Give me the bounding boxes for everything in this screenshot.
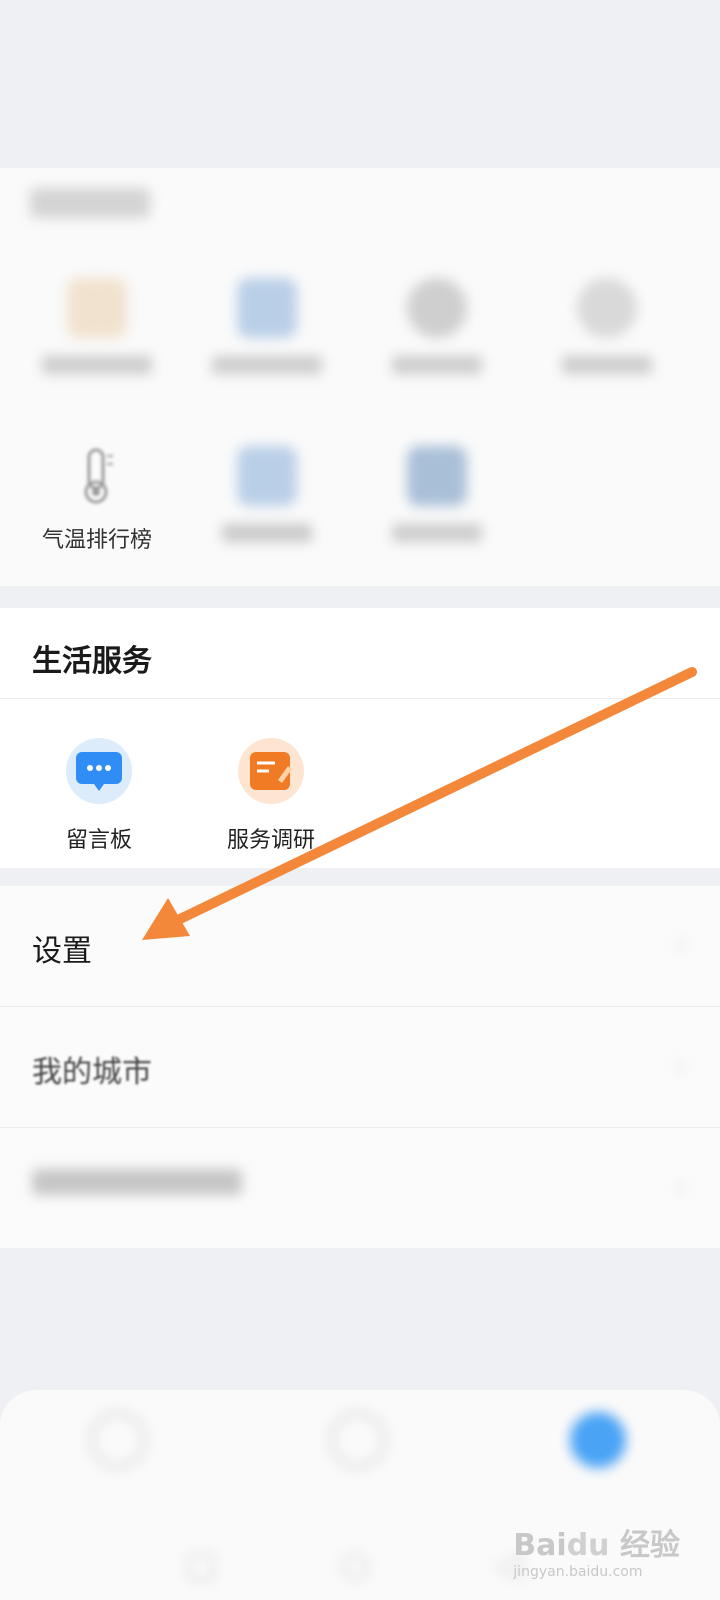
survey-icon [238, 738, 304, 804]
message-board-icon [66, 738, 132, 804]
nav-tab[interactable] [58, 1412, 178, 1499]
nav-tab[interactable] [298, 1412, 418, 1499]
thermometer-icon [84, 448, 113, 504]
tool-item[interactable] [182, 446, 352, 586]
tool-label: 气温排行榜 [41, 528, 152, 553]
tool-item[interactable] [182, 278, 352, 418]
settings-list: 设置 › 我的城市 › › [0, 886, 720, 1248]
settings-row[interactable]: 设置 › [0, 886, 720, 1007]
tool-item[interactable] [12, 278, 182, 418]
back-icon[interactable]: □ [185, 1545, 217, 1585]
chevron-right-icon: › [674, 928, 686, 961]
list-item-label [32, 1168, 242, 1203]
watermark-logo: Baidu 经验 jingyan.baidu.com [513, 1528, 680, 1580]
chevron-right-icon: › [674, 1170, 686, 1203]
tools-card: 气温排行榜 [0, 168, 720, 586]
status-bar [0, 0, 720, 60]
message-board-label: 留言板 [65, 828, 132, 853]
tool-temperature-ranking[interactable]: 气温排行榜 [12, 446, 182, 586]
tool-item[interactable] [522, 278, 692, 418]
divider [0, 698, 720, 699]
chevron-right-icon: › [674, 1049, 686, 1082]
status-time [60, 8, 68, 38]
nav-tab-active[interactable] [538, 1412, 658, 1499]
life-services-title: 生活服务 [32, 644, 152, 679]
list-item[interactable]: › [0, 1128, 720, 1248]
home-icon[interactable]: ○ [340, 1545, 370, 1585]
status-icons [642, 8, 650, 38]
service-survey-label: 服务调研 [226, 828, 315, 853]
my-city-label: 我的城市 [32, 1055, 152, 1090]
my-city-row[interactable]: 我的城市 › [0, 1007, 720, 1128]
life-services-card: 生活服务 留言板 服务调研 [0, 608, 720, 868]
service-survey-button[interactable]: 服务调研 [186, 738, 356, 854]
tool-item[interactable] [352, 278, 522, 418]
tools-section-title [30, 188, 150, 218]
message-board-button[interactable]: 留言板 [14, 738, 184, 854]
settings-label: 设置 [32, 934, 92, 969]
tool-item[interactable] [352, 446, 522, 586]
